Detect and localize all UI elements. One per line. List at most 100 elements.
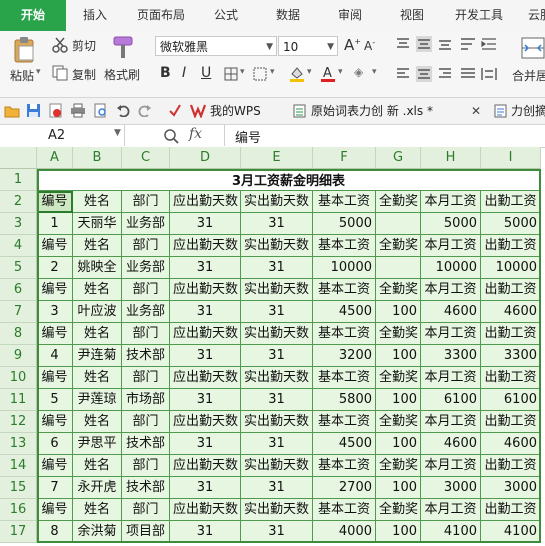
data-cell[interactable]: 4600 <box>481 301 541 323</box>
name-box[interactable]: A2 ▼ <box>0 125 125 146</box>
merge-center-button[interactable]: 合并居中 <box>512 67 545 84</box>
header-cell[interactable]: 基本工资 <box>313 323 376 345</box>
header-cell[interactable]: 应出勤天数 <box>170 367 241 389</box>
folder-icon[interactable] <box>4 104 20 118</box>
header-cell[interactable]: 本月工资 <box>421 411 481 433</box>
data-cell[interactable]: 6100 <box>421 389 481 411</box>
data-cell[interactable]: 10000 <box>421 257 481 279</box>
header-cell[interactable]: 全勤奖 <box>376 279 421 301</box>
header-cell[interactable]: 编号 <box>37 367 73 389</box>
column-header-i[interactable]: I <box>481 147 541 169</box>
tab-insert[interactable]: 插入 <box>70 0 120 31</box>
header-cell[interactable]: 应出勤天数 <box>170 411 241 433</box>
data-cell[interactable]: 31 <box>241 433 313 455</box>
data-cell[interactable]: 100 <box>376 301 421 323</box>
header-cell[interactable]: 部门 <box>122 411 170 433</box>
column-header-h[interactable]: H <box>421 147 481 169</box>
tab-view[interactable]: 视图 <box>389 0 435 31</box>
header-cell[interactable]: 本月工资 <box>421 279 481 301</box>
print-icon[interactable] <box>70 103 86 118</box>
header-cell[interactable]: 全勤奖 <box>376 235 421 257</box>
header-cell[interactable]: 实出勤天数 <box>241 323 313 345</box>
column-header-e[interactable]: E <box>241 147 313 169</box>
header-cell[interactable]: 出勤工资 <box>481 367 541 389</box>
data-cell[interactable]: 项目部 <box>122 521 170 543</box>
header-cell[interactable]: 基本工资 <box>313 367 376 389</box>
select-all-corner[interactable] <box>0 147 37 169</box>
data-cell[interactable]: 4 <box>37 345 73 367</box>
row-header-5[interactable]: 5 <box>0 257 37 279</box>
tab-home[interactable]: 开始 <box>0 0 66 31</box>
header-cell[interactable]: 出勤工资 <box>481 411 541 433</box>
font-name-select[interactable]: 微软雅黑 ▼ <box>155 36 277 56</box>
doc-tab-current-file[interactable]: 原始词表力创 新 .xls * <box>311 100 433 122</box>
row-header-11[interactable]: 11 <box>0 389 37 411</box>
header-cell[interactable]: 部门 <box>122 191 170 213</box>
header-cell[interactable]: 应出勤天数 <box>170 499 241 521</box>
header-cell[interactable]: 出勤工资 <box>481 235 541 257</box>
header-cell[interactable]: 编号 <box>37 455 73 477</box>
data-cell[interactable]: 3000 <box>421 477 481 499</box>
header-cell[interactable]: 基本工资 <box>313 499 376 521</box>
header-cell[interactable]: 本月工资 <box>421 455 481 477</box>
font-size-select[interactable]: 10 ▼ <box>278 36 338 56</box>
data-cell[interactable]: 技术部 <box>122 477 170 499</box>
row-header-12[interactable]: 12 <box>0 411 37 433</box>
row-header-6[interactable]: 6 <box>0 279 37 301</box>
data-cell[interactable]: 31 <box>241 345 313 367</box>
header-cell[interactable]: 应出勤天数 <box>170 191 241 213</box>
data-cell[interactable]: 4600 <box>481 433 541 455</box>
header-cell[interactable]: 基本工资 <box>313 455 376 477</box>
scissors-icon[interactable] <box>52 37 68 53</box>
row-header-17[interactable]: 17 <box>0 521 37 543</box>
data-cell[interactable]: 8 <box>37 521 73 543</box>
justify-icon[interactable] <box>460 68 476 80</box>
data-cell[interactable]: 余洪菊 <box>73 521 122 543</box>
tab-developer[interactable]: 开发工具 <box>447 0 511 31</box>
header-cell[interactable]: 实出勤天数 <box>241 367 313 389</box>
header-cell[interactable]: 全勤奖 <box>376 411 421 433</box>
data-cell[interactable]: 31 <box>170 521 241 543</box>
header-cell[interactable]: 全勤奖 <box>376 455 421 477</box>
data-cell[interactable]: 尹思平 <box>73 433 122 455</box>
underline-icon[interactable]: U <box>201 65 211 81</box>
indent-icon[interactable] <box>481 37 497 51</box>
tab-cloud[interactable]: 云服 <box>520 0 545 31</box>
header-cell[interactable]: 本月工资 <box>421 323 481 345</box>
header-cell[interactable]: 全勤奖 <box>376 191 421 213</box>
header-cell[interactable]: 编号 <box>37 323 73 345</box>
data-cell[interactable]: 100 <box>376 345 421 367</box>
header-cell[interactable]: 全勤奖 <box>376 367 421 389</box>
data-cell[interactable]: 3000 <box>481 477 541 499</box>
header-cell[interactable]: 编号 <box>37 411 73 433</box>
data-cell[interactable]: 1 <box>37 213 73 235</box>
row-header-2[interactable]: 2 <box>0 191 37 213</box>
header-cell[interactable]: 本月工资 <box>421 499 481 521</box>
data-cell[interactable]: 4000 <box>313 521 376 543</box>
header-cell[interactable]: 出勤工资 <box>481 323 541 345</box>
header-cell[interactable]: 实出勤天数 <box>241 235 313 257</box>
header-cell[interactable]: 全勤奖 <box>376 323 421 345</box>
header-cell[interactable]: 部门 <box>122 323 170 345</box>
header-cell[interactable]: 姓名 <box>73 499 122 521</box>
data-cell[interactable]: 6100 <box>481 389 541 411</box>
tab-review[interactable]: 审阅 <box>327 0 373 31</box>
align-left-icon[interactable] <box>396 68 410 80</box>
row-header-15[interactable]: 15 <box>0 477 37 499</box>
header-cell[interactable]: 本月工资 <box>421 191 481 213</box>
header-cell[interactable]: 姓名 <box>73 191 122 213</box>
data-cell[interactable]: 市场部 <box>122 389 170 411</box>
close-tab-icon[interactable]: ✕ <box>471 100 481 122</box>
fill-color-icon[interactable] <box>289 65 305 83</box>
paste-dropdown-icon[interactable]: ▾ <box>36 67 41 77</box>
chevron-down-icon[interactable]: ▾ <box>338 67 343 77</box>
align-bottom-icon[interactable] <box>438 38 452 50</box>
row-header-14[interactable]: 14 <box>0 455 37 477</box>
header-cell[interactable]: 出勤工资 <box>481 279 541 301</box>
data-cell[interactable]: 31 <box>170 433 241 455</box>
copy-button[interactable]: 复制 <box>72 66 96 83</box>
header-cell[interactable]: 基本工资 <box>313 235 376 257</box>
zoom-icon[interactable] <box>163 128 179 144</box>
header-cell[interactable]: 姓名 <box>73 279 122 301</box>
data-cell[interactable]: 2 <box>37 257 73 279</box>
